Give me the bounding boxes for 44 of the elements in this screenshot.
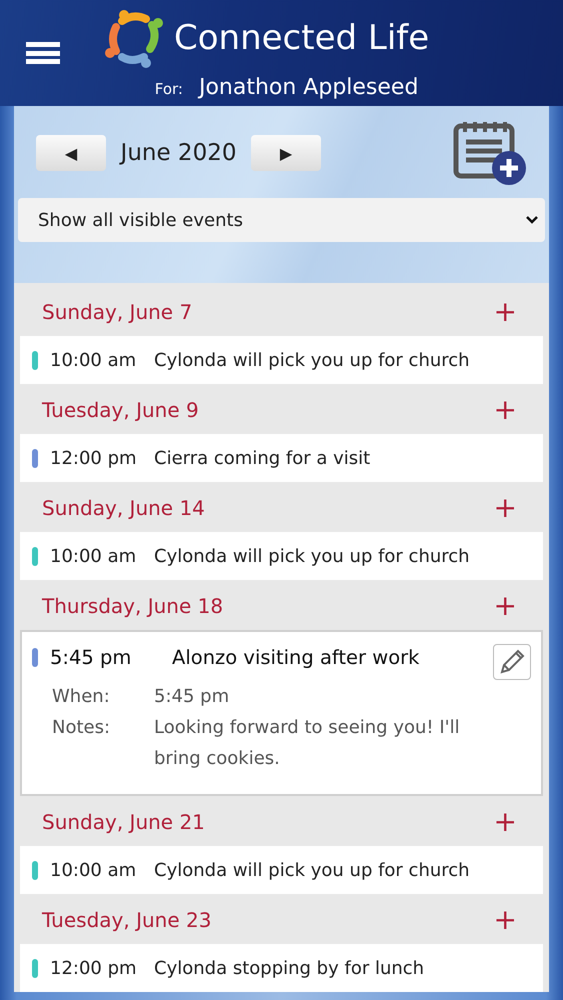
event-row[interactable]: 10:00 am Cylonda will pick you up for church <box>20 532 543 580</box>
add-button[interactable]: + <box>490 298 521 326</box>
day-heading: Sunday, June 14 <box>42 496 205 520</box>
event-time: 10:00 am <box>50 350 138 370</box>
app-title: Connected Life <box>174 18 430 58</box>
event-time: 12:00 pm <box>50 448 138 468</box>
event-title: Cylonda will pick you up for church <box>154 350 470 370</box>
event-time: 10:00 am <box>50 546 138 566</box>
add-event-icon[interactable] <box>453 120 527 186</box>
month-label: June 2020 <box>118 140 238 166</box>
day-heading: Sunday, June 7 <box>42 300 192 324</box>
day-heading: Tuesday, June 9 <box>42 398 199 422</box>
event-title: Cylonda will pick you up for church <box>154 546 470 566</box>
add-button[interactable]: + <box>490 396 521 424</box>
detail-label: When: <box>52 685 111 709</box>
add-button[interactable]: + <box>490 808 521 836</box>
event-row[interactable]: 10:00 am Cylonda will pick you up for church <box>20 336 543 384</box>
event-title: Cylonda stopping by for lunch <box>154 958 424 978</box>
detail-value: 5:45 pm <box>154 685 230 709</box>
detail-value: Looking forward to seeing you! I'll bring cookies. <box>154 716 461 771</box>
previous-month-button[interactable]: ◀ <box>36 135 106 171</box>
chevron-down-icon <box>525 215 539 225</box>
day-heading: Thursday, June 18 <box>42 594 224 618</box>
add-button[interactable]: + <box>490 494 521 522</box>
event-title: Cylonda will pick you up for church <box>154 860 470 880</box>
day-heading: Tuesday, June 23 <box>42 908 212 932</box>
next-month-button[interactable]: ▶ <box>251 135 321 171</box>
person-name: Jonathon Appleseed <box>198 74 418 100</box>
for-label: For: <box>154 80 183 98</box>
add-button[interactable]: + <box>490 906 521 934</box>
event-row[interactable]: 10:00 am Cylonda will pick you up for church <box>20 846 543 894</box>
add-button[interactable]: + <box>490 592 521 620</box>
edit-button[interactable] <box>493 644 531 680</box>
event-card[interactable]: 5:45 pm Alonzo visiting after work When: 5:45 pm Notes: Looking forward to seeing you! I'll bring cookies. <box>20 630 543 796</box>
event-title: Cierra coming for a visit <box>154 448 370 468</box>
event-filter-dropdown[interactable]: Show all visible events <box>18 198 545 242</box>
event-row[interactable]: 12:00 pm Cylonda stopping by for lunch <box>20 944 543 992</box>
event-time: 5:45 pm <box>50 646 132 669</box>
day-heading: Sunday, June 21 <box>42 810 205 834</box>
event-time: 10:00 am <box>50 860 138 880</box>
event-time: 12:00 pm <box>50 958 138 978</box>
event-title: Alonzo visiting after work <box>172 646 420 669</box>
event-row[interactable]: 12:00 pm Cierra coming for a visit <box>20 434 543 482</box>
detail-label: Notes: <box>52 716 112 740</box>
